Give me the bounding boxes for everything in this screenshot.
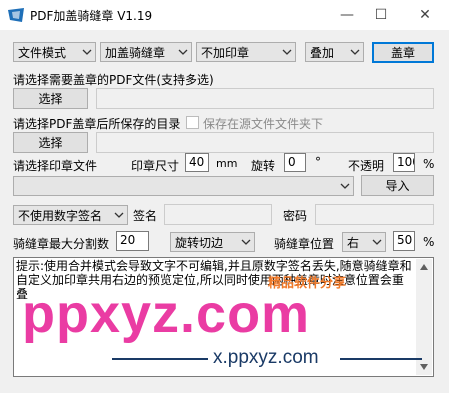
- cut-select[interactable]: 旋转切边: [170, 232, 255, 252]
- stamp-file-select[interactable]: [13, 176, 354, 196]
- choose-source-button[interactable]: 选择: [13, 88, 88, 109]
- signature-select[interactable]: 不使用数字签名: [13, 205, 128, 225]
- signature-name-label: 签名: [133, 209, 158, 223]
- opacity-input[interactable]: 100: [393, 153, 415, 172]
- window-title: PDF加盖骑缝章 V1.19: [30, 9, 153, 23]
- signature-select-value: 不使用数字签名: [18, 209, 103, 223]
- chevron-down-icon: [350, 49, 360, 55]
- save-in-source-label: 保存在源文件文件夹下: [203, 117, 324, 131]
- seam-position-label: 骑缝章位置: [274, 237, 335, 251]
- title-bar: PDF加盖骑缝章 V1.19 — ☐ ✕: [0, 0, 449, 30]
- rotate-input[interactable]: 0: [284, 153, 306, 172]
- rotate-label: 旋转: [251, 159, 276, 173]
- watermark-big-text: ppxyz.com: [22, 284, 311, 344]
- opacity-unit: %: [423, 157, 435, 171]
- chevron-down-icon: [114, 212, 124, 218]
- scroll-up-icon[interactable]: [419, 263, 429, 271]
- position-select[interactable]: 右: [342, 232, 386, 252]
- print-select-value: 不加印章: [201, 46, 250, 60]
- overlay-select[interactable]: 叠加: [305, 42, 364, 62]
- source-label: 请选择需要盖章的PDF文件(支持多选): [13, 73, 214, 87]
- mode-select[interactable]: 文件模式: [13, 42, 96, 62]
- stamp-button[interactable]: 盖章: [372, 42, 434, 63]
- rotate-unit: °: [315, 155, 321, 169]
- close-button[interactable]: ✕: [405, 0, 445, 30]
- import-button[interactable]: 导入: [361, 175, 434, 196]
- position-unit: %: [423, 235, 435, 249]
- signature-name-input[interactable]: [164, 204, 272, 225]
- opacity-label: 不透明: [348, 159, 385, 173]
- app-icon: [8, 8, 24, 22]
- max-split-input[interactable]: 20: [116, 231, 149, 251]
- watermark-small-text: x.ppxyz.com: [213, 347, 319, 368]
- scroll-down-icon[interactable]: [419, 363, 429, 371]
- position-input[interactable]: 50: [393, 231, 415, 251]
- chevron-down-icon: [178, 49, 188, 55]
- overlay-select-value: 叠加: [310, 46, 335, 60]
- save-in-source-checkbox[interactable]: [186, 116, 199, 129]
- mode-select-value: 文件模式: [18, 46, 67, 60]
- choose-output-button[interactable]: 选择: [13, 132, 88, 153]
- password-label: 密码: [283, 209, 308, 223]
- cut-select-value: 旋转切边: [175, 236, 224, 250]
- stamp-size-label: 印章尺寸: [131, 159, 180, 173]
- output-path-field[interactable]: [96, 132, 434, 153]
- position-select-value: 右: [347, 236, 360, 250]
- chevron-down-icon: [340, 183, 350, 189]
- stamp-file-label: 请选择印章文件: [13, 159, 98, 173]
- chevron-down-icon: [282, 49, 292, 55]
- watermark-line-left: [112, 358, 208, 360]
- stamp-type-select[interactable]: 加盖骑缝章: [100, 42, 192, 62]
- chevron-down-icon: [82, 49, 92, 55]
- maximize-button[interactable]: ☐: [361, 0, 401, 30]
- output-label: 请选择PDF盖章后所保存的目录: [13, 117, 181, 131]
- source-path-field[interactable]: [96, 88, 434, 109]
- password-input[interactable]: [315, 204, 434, 225]
- stamp-size-unit: mm: [216, 157, 238, 170]
- chevron-down-icon: [372, 239, 382, 245]
- stamp-size-input[interactable]: 40: [185, 153, 209, 172]
- stamp-type-select-value: 加盖骑缝章: [105, 46, 166, 60]
- watermark-line-right: [340, 358, 422, 360]
- max-split-label: 骑缝章最大分割数: [13, 237, 110, 251]
- print-select[interactable]: 不加印章: [196, 42, 296, 62]
- chevron-down-icon: [241, 239, 251, 245]
